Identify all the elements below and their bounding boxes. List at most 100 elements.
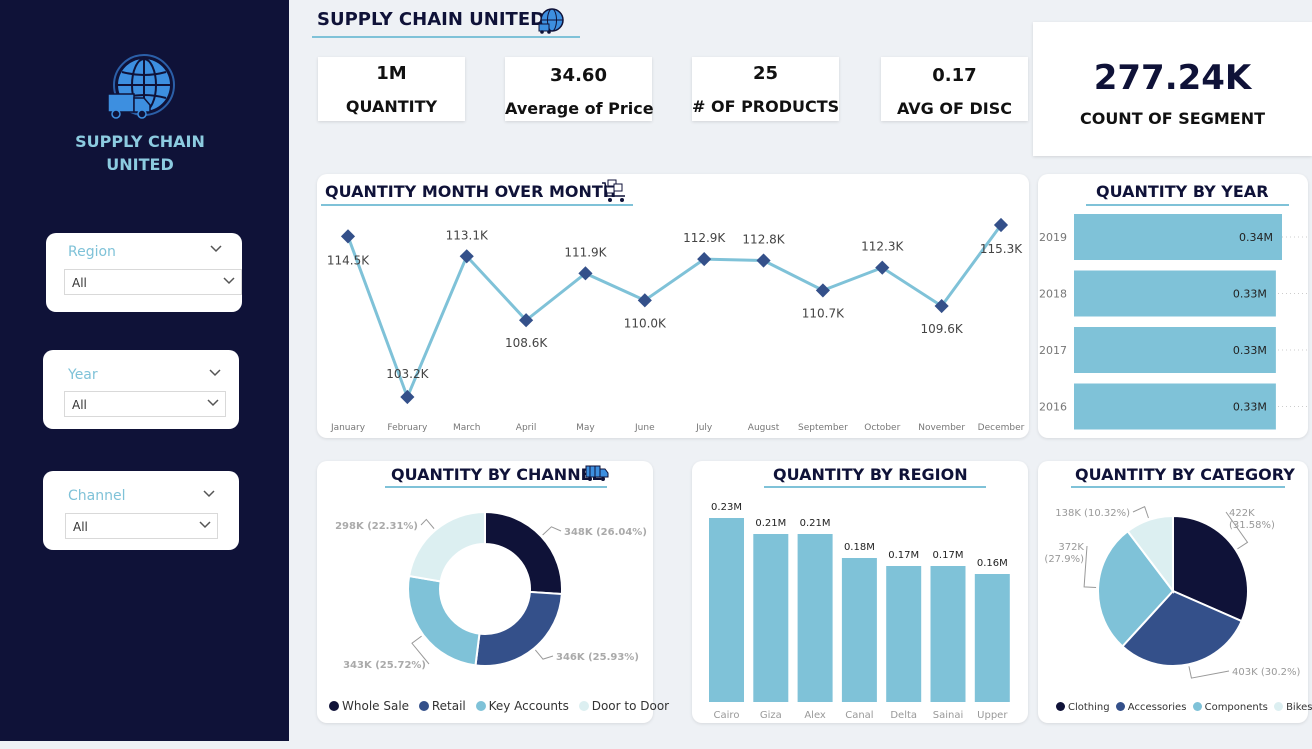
- bar: [709, 518, 744, 702]
- chevron-down-icon[interactable]: [203, 490, 215, 498]
- x-tick-label: November: [918, 423, 965, 433]
- data-label: 112.8K: [742, 233, 785, 247]
- kpi-products-value: 25: [752, 63, 779, 84]
- region-slicer[interactable]: Region All: [46, 233, 242, 312]
- year-dropdown[interactable]: All: [64, 391, 226, 417]
- legend-label: Components: [1204, 702, 1268, 713]
- x-tick-label: Giza: [760, 710, 782, 721]
- kpi-quantity: 1M QUANTITY: [318, 57, 465, 121]
- kpi-quantity-value: 1M: [376, 63, 407, 84]
- x-tick-label: Cairo: [714, 710, 740, 721]
- region-slicer-title: Region: [68, 244, 116, 260]
- x-tick-label: Sainai: [933, 710, 964, 721]
- data-label: 372K: [1058, 542, 1084, 553]
- x-tick-label: March: [453, 423, 480, 433]
- chevron-down-icon[interactable]: [199, 521, 211, 529]
- data-label: 115.3K: [980, 242, 1023, 256]
- x-tick-label: September: [798, 423, 848, 433]
- bar: [841, 558, 877, 702]
- quantity-by-channel-panel: QUANTITY BY CHANNEL 348K (26.04%) 346K (2…: [317, 461, 669, 723]
- data-label: 112.3K: [861, 240, 904, 254]
- x-tick-label: August: [748, 423, 780, 433]
- channel-dropdown-value: All: [73, 520, 88, 534]
- x-tick-label: June: [634, 423, 655, 433]
- kpi-avg-price: 34.60 Average of Price: [505, 57, 654, 121]
- chevron-down-icon[interactable]: [209, 369, 221, 377]
- data-point: [815, 283, 830, 298]
- x-tick-label: May: [576, 423, 595, 433]
- channel-donut-chart: 348K (26.04%) 346K (25.93%) 343K (25.72%) 2…: [335, 510, 647, 671]
- leader-line: [534, 649, 554, 660]
- x-tick-label: July: [695, 423, 713, 433]
- kpi-avg-price-value: 34.60: [550, 65, 607, 86]
- x-tick-label: Canal: [845, 710, 873, 721]
- kpi-avg-disc: 0.17 AVG OF DISC: [881, 57, 1028, 121]
- legend-item[interactable]: Components: [1192, 702, 1268, 713]
- data-label: (27.9%): [1044, 554, 1084, 565]
- slice: [484, 510, 563, 596]
- bar: [886, 566, 922, 702]
- data-label: 103.2K: [386, 367, 429, 381]
- data-label: 0.16M: [977, 558, 1008, 569]
- sidebar-brand: SUPPLY CHAIN UNITED: [75, 132, 205, 174]
- kpi-quantity-label: QUANTITY: [345, 97, 438, 116]
- legend-dot: [1274, 702, 1284, 711]
- bar: [797, 534, 833, 702]
- legend-dot: [1056, 702, 1065, 711]
- legend-dot: [418, 701, 429, 711]
- month-over-month-panel: QUANTITY MONTH OVER MONTH 114.5K January 1…: [317, 174, 1029, 438]
- data-label: (31.58%): [1229, 520, 1275, 531]
- kpi-segment-label: COUNT OF SEGMENT: [1079, 109, 1266, 128]
- legend-item[interactable]: Door to Door: [578, 699, 669, 713]
- quantity-by-category-panel: QUANTITY BY CATEGORY 422K (31.58%) 403K (3…: [1038, 461, 1312, 723]
- globe-truck-icon: [107, 54, 175, 119]
- region-dropdown[interactable]: All: [64, 269, 242, 295]
- year-bar-chart: 0.34M 2019 0.33M 2018 0.33M 2017 0.33M 2016: [1039, 214, 1308, 430]
- data-label: 108.6K: [505, 336, 548, 350]
- chevron-down-icon[interactable]: [223, 277, 235, 285]
- legend-item[interactable]: Bikes: [1274, 702, 1312, 713]
- legend-item[interactable]: Accessories: [1115, 702, 1186, 713]
- data-label: 346K (25.93%): [556, 652, 639, 663]
- data-label: 112.9K: [683, 231, 726, 245]
- channel-slicer-title: Channel: [68, 488, 126, 504]
- channel-slicer[interactable]: Channel All: [43, 471, 239, 550]
- chevron-down-icon[interactable]: [210, 245, 222, 253]
- x-tick-label: February: [387, 423, 428, 433]
- kpi-avg-disc-label: AVG OF DISC: [897, 99, 1012, 118]
- legend-item[interactable]: Retail: [418, 699, 466, 713]
- kpi-products: 25 # OF PRODUCTS: [692, 57, 839, 121]
- region-dropdown-value: All: [72, 276, 87, 290]
- bar: [930, 566, 966, 702]
- page-title: SUPPLY CHAIN UNITED: [317, 9, 546, 30]
- data-label: 111.9K: [564, 245, 607, 259]
- quantity-by-year-panel: QUANTITY BY YEAR 0.34M 2019 0.33M 2018 0.33M…: [1038, 174, 1308, 438]
- data-label: 343K (25.72%): [343, 660, 426, 671]
- leader-line: [1188, 666, 1230, 679]
- sidebar: SUPPLY CHAIN UNITED Region All Year All …: [0, 0, 289, 741]
- legend-item[interactable]: Key Accounts: [475, 699, 569, 713]
- legend-item[interactable]: Whole Sale: [329, 699, 409, 713]
- year-slicer[interactable]: Year All: [43, 350, 239, 429]
- x-tick-label: Upper: [977, 710, 1008, 721]
- quantity-by-region-panel: QUANTITY BY REGION 0.23M Cairo 0.21M Giza 0.…: [692, 461, 1028, 723]
- y-tick-label: 2019: [1039, 231, 1067, 244]
- globe-truck-icon: [538, 8, 564, 34]
- x-tick-label: January: [330, 423, 366, 433]
- kpi-avg-disc-value: 0.17: [932, 65, 977, 86]
- legend-label: Key Accounts: [488, 699, 569, 713]
- data-label: 0.33M: [1233, 401, 1267, 414]
- leader-line: [420, 518, 435, 529]
- kpi-products-label: # OF PRODUCTS: [692, 97, 840, 116]
- title-underline: [312, 36, 580, 38]
- month-line-chart: 114.5K January 103.2K February 113.1K March 10…: [327, 217, 1025, 433]
- data-label: 0.33M: [1233, 344, 1267, 357]
- data-label: 138K (10.32%): [1055, 508, 1130, 519]
- legend-label: Retail: [431, 699, 466, 713]
- x-tick-label: Delta: [890, 710, 917, 721]
- chevron-down-icon[interactable]: [207, 399, 219, 407]
- channel-dropdown[interactable]: All: [65, 513, 218, 539]
- data-label: 109.6K: [921, 322, 964, 336]
- legend-item[interactable]: Clothing: [1056, 702, 1110, 713]
- data-label: 0.23M: [711, 502, 742, 513]
